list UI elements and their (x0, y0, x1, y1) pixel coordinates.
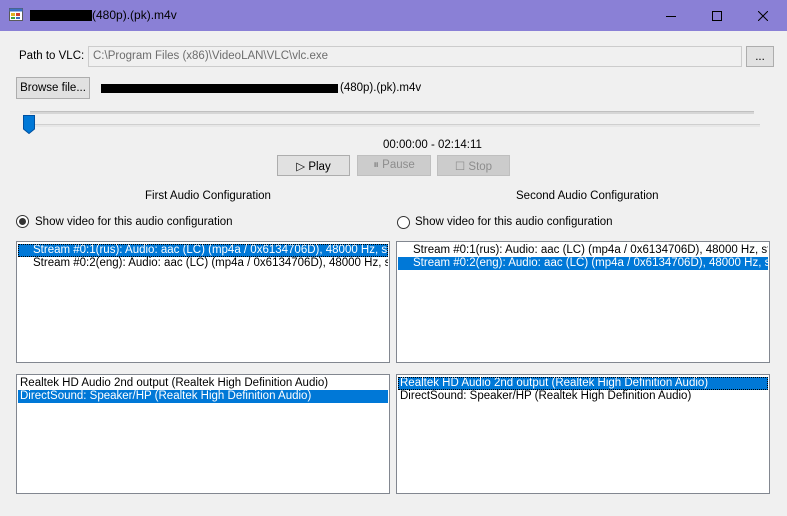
title-bar[interactable]: (480p).(pk).m4v (0, 0, 787, 31)
first-stream-item[interactable]: Stream #0:2(eng): Audio: aac (LC) (mp4a … (18, 257, 388, 270)
app-icon[interactable] (9, 8, 23, 21)
minimize-icon (666, 15, 676, 17)
file-name: (480p).(pk).m4v (340, 82, 422, 94)
second-stream-list[interactable]: Stream #0:1(rus): Audio: aac (LC) (mp4a … (396, 241, 770, 363)
play-button[interactable]: ▷ Play (277, 155, 350, 176)
second-device-item[interactable]: DirectSound: Speaker/HP (Realtek High De… (398, 390, 768, 403)
second-stream-item[interactable]: Stream #0:2(eng): Audio: aac (LC) (mp4a … (398, 257, 768, 270)
seek-track (30, 111, 754, 114)
first-config-heading: First Audio Configuration (145, 190, 271, 202)
second-config-heading: Second Audio Configuration (516, 190, 659, 202)
vlc-browse-button[interactable]: ... (746, 46, 774, 67)
maximize-button[interactable] (694, 0, 740, 31)
second-device-item[interactable]: Realtek HD Audio 2nd output (Realtek Hig… (398, 377, 768, 390)
window-title: (480p).(pk).m4v (92, 8, 177, 22)
seek-thumb[interactable] (23, 115, 35, 134)
minimize-button[interactable] (648, 0, 694, 31)
close-button[interactable] (740, 0, 786, 31)
second-device-list[interactable]: Realtek HD Audio 2nd output (Realtek Hig… (396, 374, 770, 494)
browse-file-button[interactable]: Browse file... (16, 77, 90, 99)
second-show-video-radio[interactable] (397, 216, 410, 229)
first-stream-item[interactable]: Stream #0:1(rus): Audio: aac (LC) (mp4a … (18, 244, 388, 257)
first-show-video-label[interactable]: Show video for this audio configuration (35, 216, 233, 228)
first-show-video-radio[interactable] (16, 215, 29, 228)
first-device-item[interactable]: Realtek HD Audio 2nd output (Realtek Hig… (18, 377, 388, 390)
first-device-list[interactable]: Realtek HD Audio 2nd output (Realtek Hig… (16, 374, 390, 494)
vlc-path-label: Path to VLC: (19, 50, 85, 62)
seek-tick-line (30, 124, 760, 127)
pause-button[interactable]: ⏸ Pause (357, 155, 431, 176)
close-icon (758, 10, 768, 21)
vlc-path-field[interactable]: C:\Program Files (x86)\VideoLAN\VLC\vlc.… (88, 46, 742, 67)
stop-button[interactable]: ☐ Stop (437, 155, 510, 176)
redacted-file-path (101, 84, 338, 93)
redacted-title-part (30, 10, 92, 21)
first-device-item[interactable]: DirectSound: Speaker/HP (Realtek High De… (18, 390, 388, 403)
second-show-video-label[interactable]: Show video for this audio configuration (415, 216, 613, 228)
maximize-icon (712, 10, 722, 21)
time-display: 00:00:00 - 02:14:11 (383, 139, 482, 151)
first-stream-list[interactable]: Stream #0:1(rus): Audio: aac (LC) (mp4a … (16, 241, 390, 363)
second-stream-item[interactable]: Stream #0:1(rus): Audio: aac (LC) (mp4a … (398, 244, 768, 257)
